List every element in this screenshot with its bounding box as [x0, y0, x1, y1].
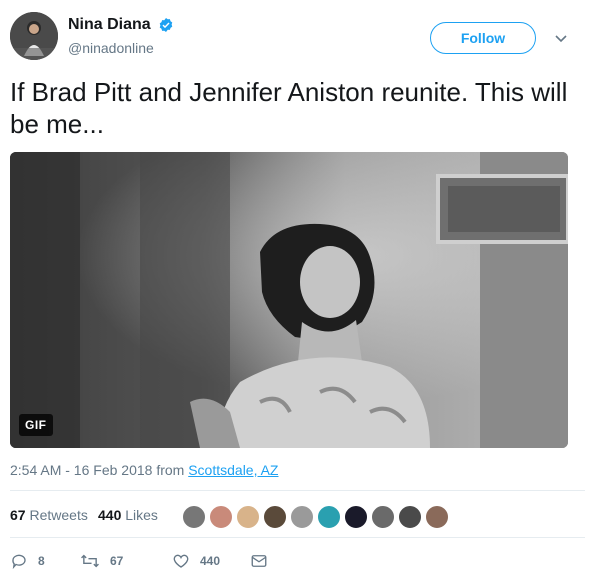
tweet-header: Nina Diana @ninadonline Follow [10, 12, 585, 64]
likes-count: 440 [98, 507, 122, 523]
retweets-count: 67 [10, 507, 26, 523]
tweet-timestamp[interactable]: 2:54 AM - 16 Feb 2018 [10, 462, 152, 478]
retweets-label: Retweets [29, 507, 88, 523]
liker-avatar[interactable] [317, 505, 341, 529]
like-button[interactable]: 440 [172, 550, 220, 572]
avatar[interactable] [10, 12, 58, 60]
retweet-count: 67 [110, 554, 124, 568]
liker-avatar[interactable] [263, 505, 287, 529]
tweet-text: If Brad Pitt and Jennifer Aniston reunit… [10, 77, 568, 139]
location-link[interactable]: Scottsdale, AZ [188, 462, 278, 478]
liker-avatar[interactable] [236, 505, 260, 529]
user-handle[interactable]: @ninadonline [68, 40, 174, 56]
from-label: from [156, 462, 185, 478]
like-count: 440 [200, 554, 221, 568]
liker-avatar[interactable] [344, 505, 368, 529]
liker-avatar[interactable] [209, 505, 233, 529]
heart-icon [173, 554, 189, 568]
retweet-icon [81, 554, 99, 568]
retweet-button[interactable]: 67 [80, 550, 123, 572]
retweets-stat[interactable]: 67 Retweets [10, 507, 88, 523]
tweet-stats: 67 Retweets 440 Likes [10, 501, 585, 533]
gif-badge: GIF [19, 414, 53, 436]
liker-avatar[interactable] [398, 505, 422, 529]
liker-avatar[interactable] [182, 505, 206, 529]
tweet-metadata: 2:54 AM - 16 Feb 2018 from Scottsdale, A… [10, 462, 279, 478]
follow-button[interactable]: Follow [430, 22, 536, 54]
reply-button[interactable]: 8 [10, 550, 45, 572]
direct-message-icon [251, 555, 267, 567]
liker-avatar[interactable] [290, 505, 314, 529]
display-name[interactable]: Nina Diana [68, 16, 151, 34]
divider [10, 490, 585, 491]
likes-stat[interactable]: 440 Likes [98, 507, 158, 523]
divider [10, 537, 585, 538]
user-info: Nina Diana @ninadonline [68, 16, 174, 56]
tweet-actions: 8 67 440 [10, 550, 585, 572]
liker-avatar[interactable] [425, 505, 449, 529]
likes-label: Likes [125, 507, 158, 523]
direct-message-button[interactable] [250, 550, 278, 572]
liker-avatar[interactable] [371, 505, 395, 529]
reply-icon [12, 554, 26, 570]
verified-badge-icon [159, 18, 173, 32]
chevron-down-icon[interactable] [553, 30, 569, 46]
reply-count: 8 [38, 554, 45, 568]
gif-media[interactable]: GIF [10, 152, 568, 448]
